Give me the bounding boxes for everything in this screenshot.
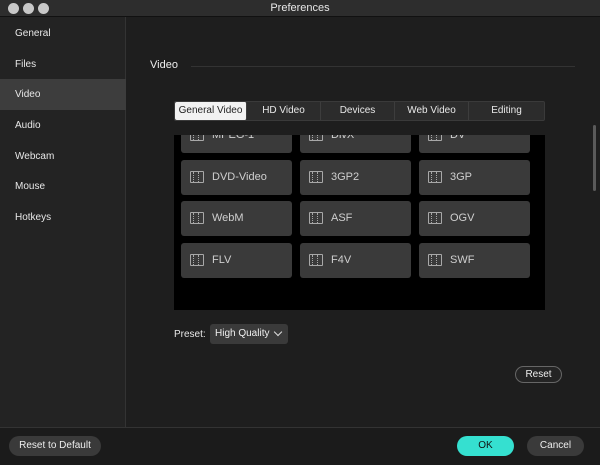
tab-general-video[interactable]: General Video [175,102,247,120]
format-button-dv[interactable]: DV [419,135,530,153]
tab-bar: General Video HD Video Devices Web Video… [174,101,545,121]
format-grid: MPEG-1 DivX DV DVD-Video 3GP2 3GP WebM ASF OGV FL… [174,135,545,310]
main-panel: Video General Video HD Video Devices Web… [127,17,600,427]
preset-value: High Quality [215,328,270,339]
format-label: DVD-Video [212,171,267,183]
format-label: ASF [331,212,353,224]
reset-to-default-button[interactable]: Reset to Default [9,436,101,456]
format-label: OGV [450,212,475,224]
sidebar-item-hotkeys[interactable]: Hotkeys [0,202,126,233]
window-title: Preferences [270,2,330,14]
format-label: FLV [212,254,232,266]
preset-dropdown[interactable]: High Quality [210,324,288,344]
format-label: DV [450,135,466,141]
main-scrollbar[interactable] [593,125,596,191]
format-label: F4V [331,254,352,266]
format-button-f4v[interactable]: F4V [300,243,411,278]
format-button-swf[interactable]: SWF [419,243,530,278]
tab-editing[interactable]: Editing [469,102,544,120]
format-button-3gp2[interactable]: 3GP2 [300,160,411,195]
tab-web-video[interactable]: Web Video [395,102,469,120]
film-icon [428,212,442,224]
cancel-button[interactable]: Cancel [527,436,584,456]
sidebar: General Files Video Audio Webcam Mouse H… [0,17,126,427]
format-label: DivX [331,135,355,141]
format-label: 3GP [450,171,473,183]
format-button-webm[interactable]: WebM [181,201,292,236]
format-button-divx[interactable]: DivX [300,135,411,153]
film-icon [190,212,204,224]
format-button-flv[interactable]: FLV [181,243,292,278]
film-icon [309,135,323,141]
film-icon [309,212,323,224]
film-icon [309,171,323,183]
section-title: Video [150,59,178,71]
film-icon [190,254,204,266]
sidebar-item-files[interactable]: Files [0,49,126,80]
film-icon [428,171,442,183]
format-button-mpeg-1[interactable]: MPEG-1 [181,135,292,153]
sidebar-item-mouse[interactable]: Mouse [0,171,126,202]
sidebar-item-video[interactable]: Video [0,79,126,110]
format-label: MPEG-1 [212,135,255,141]
footer: Reset to Default OK Cancel [0,427,600,465]
sidebar-item-general[interactable]: General [0,18,126,49]
film-icon [190,135,204,141]
ok-button[interactable]: OK [457,436,514,456]
title-bar: Preferences [0,0,600,17]
film-icon [428,254,442,266]
format-button-asf[interactable]: ASF [300,201,411,236]
film-icon [428,135,442,141]
format-button-3gp[interactable]: 3GP [419,160,530,195]
sidebar-item-audio[interactable]: Audio [0,110,126,141]
sidebar-item-webcam[interactable]: Webcam [0,141,126,172]
tab-devices[interactable]: Devices [321,102,395,120]
format-button-ogv[interactable]: OGV [419,201,530,236]
format-label: 3GP2 [331,171,360,183]
format-label: WebM [212,212,244,224]
film-icon [190,171,204,183]
section-divider [191,66,575,67]
reset-button[interactable]: Reset [515,366,562,383]
tab-hd-video[interactable]: HD Video [247,102,321,120]
preset-label: Preset: [174,329,206,340]
format-button-dvd-video[interactable]: DVD-Video [181,160,292,195]
film-icon [309,254,323,266]
format-label: SWF [450,254,475,266]
chevron-down-icon [273,327,283,337]
